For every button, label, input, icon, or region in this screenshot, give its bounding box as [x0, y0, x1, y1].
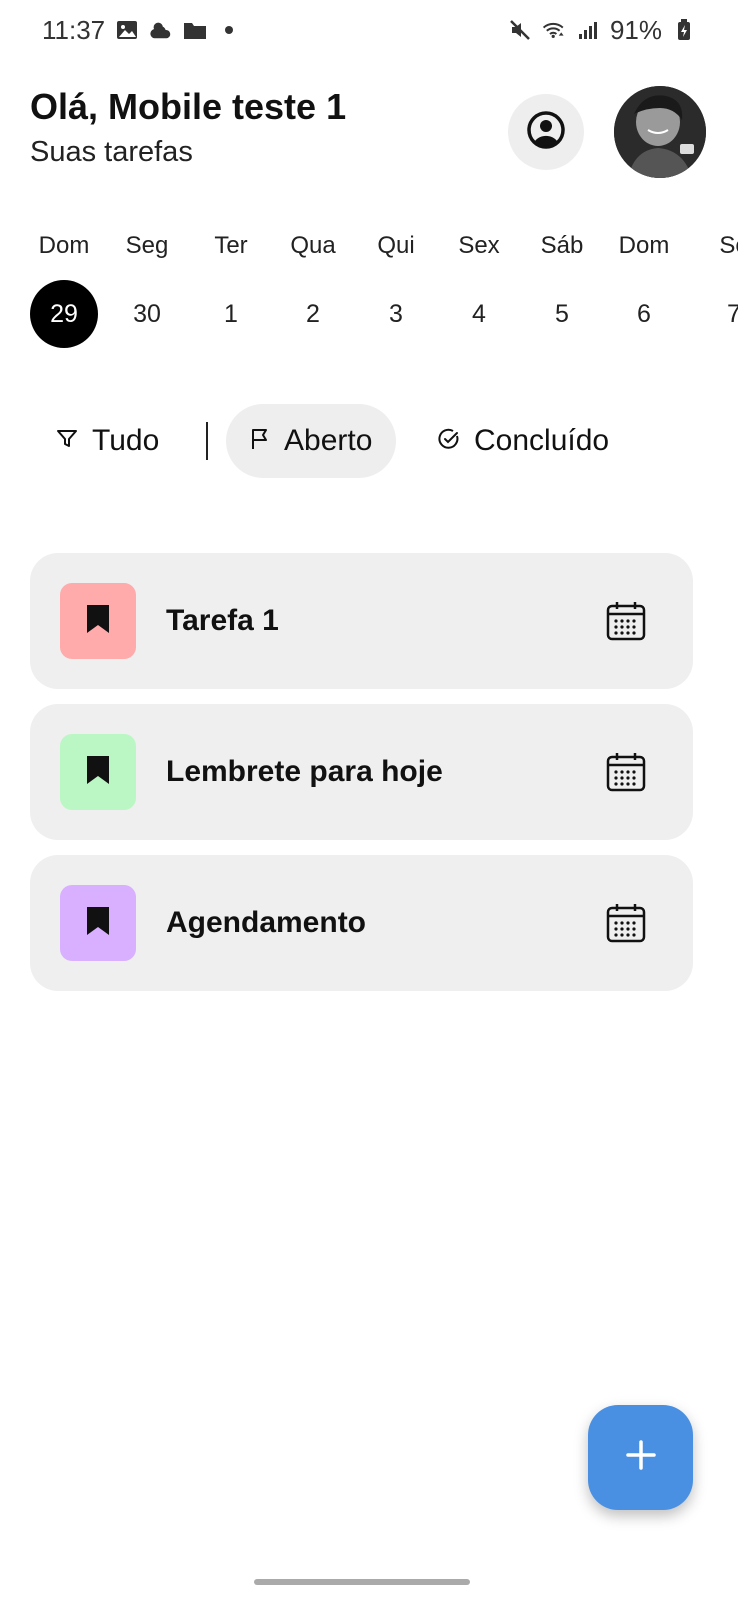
- calendar-icon[interactable]: [604, 599, 648, 643]
- task-title: Tarefa 1: [166, 604, 279, 637]
- day-column[interactable]: Se 7: [692, 228, 738, 348]
- mute-icon: [508, 18, 532, 42]
- day-name: Dom: [618, 232, 670, 259]
- week-calendar: Dom 29 Seg 30 Ter 1 Qua 2 Qui 3 Sex 4 Sá…: [0, 228, 738, 348]
- status-left: 11:37: [42, 14, 234, 46]
- filter-open-button[interactable]: Aberto: [226, 404, 397, 478]
- battery-percent: 91%: [609, 14, 662, 45]
- day-column[interactable]: Sáb 5: [520, 228, 604, 348]
- folder-icon: [183, 18, 207, 42]
- task-title: Agendamento: [166, 906, 367, 939]
- page-title: Olá, Mobile teste 1: [30, 86, 347, 127]
- header: Olá, Mobile teste 1 Suas tarefas: [30, 84, 710, 184]
- day-column[interactable]: Seg 30: [105, 228, 189, 348]
- battery-icon: [672, 18, 696, 42]
- task-tag: [60, 885, 136, 961]
- weather-icon: [149, 18, 173, 42]
- day-number[interactable]: 30: [113, 280, 181, 348]
- account-circle-icon: [526, 110, 566, 155]
- plus-icon: [625, 1439, 657, 1476]
- day-name: Seg: [125, 232, 169, 259]
- day-number-selected[interactable]: 29: [30, 280, 98, 348]
- day-number[interactable]: 2: [279, 280, 347, 348]
- signal-icon: [576, 18, 600, 42]
- task-list: Tarefa 1 Lembrete para hoje Agendamento: [30, 553, 693, 1006]
- day-column[interactable]: Sex 4: [437, 228, 521, 348]
- page-subtitle: Suas tarefas: [30, 136, 193, 168]
- bookmark-icon: [85, 603, 111, 640]
- day-name: Ter: [214, 232, 248, 259]
- filter-open-label: Aberto: [284, 424, 373, 457]
- day-column[interactable]: Qua 2: [271, 228, 355, 348]
- bookmark-icon: [85, 905, 111, 942]
- filter-done-button[interactable]: Concluído: [414, 404, 633, 478]
- calendar-icon[interactable]: [604, 750, 648, 794]
- filter-divider: [206, 422, 208, 460]
- calendar-icon[interactable]: [604, 901, 648, 945]
- day-name: Qua: [290, 232, 336, 259]
- avatar-photo: [614, 86, 706, 178]
- avatar[interactable]: [614, 86, 706, 178]
- filter-done-label: Concluído: [474, 424, 610, 457]
- status-bar: 11:37 91%: [0, 0, 738, 60]
- day-name: Sex: [458, 232, 500, 259]
- day-name: Dom: [38, 232, 90, 259]
- status-right: 91%: [508, 15, 696, 46]
- day-number[interactable]: 4: [445, 280, 513, 348]
- task-title: Lembrete para hoje: [166, 755, 443, 788]
- day-column[interactable]: Dom 6: [602, 228, 686, 348]
- profile-button[interactable]: [508, 94, 584, 170]
- status-time: 11:37: [42, 14, 106, 45]
- day-name: Sáb: [540, 232, 584, 259]
- task-card[interactable]: Tarefa 1: [30, 553, 693, 689]
- task-tag: [60, 734, 136, 810]
- filter-icon: [56, 424, 78, 458]
- day-number[interactable]: 5: [528, 280, 596, 348]
- wifi-icon: [542, 18, 566, 42]
- day-name: Qui: [377, 232, 415, 259]
- task-tag: [60, 583, 136, 659]
- check-circle-icon: [438, 424, 460, 458]
- home-indicator[interactable]: [254, 1579, 470, 1585]
- filter-all-label: Tudo: [92, 424, 160, 457]
- day-column[interactable]: Ter 1: [189, 228, 273, 348]
- day-number[interactable]: 1: [197, 280, 265, 348]
- dot-icon: [225, 26, 234, 34]
- add-task-button[interactable]: [588, 1405, 693, 1510]
- day-number[interactable]: 7: [700, 280, 738, 348]
- filter-bar: Tudo Aberto Concluído: [40, 404, 720, 478]
- task-card[interactable]: Lembrete para hoje: [30, 704, 693, 840]
- day-number[interactable]: 3: [362, 280, 430, 348]
- day-name: Se: [719, 232, 738, 259]
- filter-all-button[interactable]: Tudo: [32, 404, 183, 478]
- day-column[interactable]: Dom 29: [22, 228, 106, 348]
- flag-icon: [250, 424, 270, 458]
- day-column[interactable]: Qui 3: [354, 228, 438, 348]
- task-card[interactable]: Agendamento: [30, 855, 693, 991]
- image-icon: [115, 18, 139, 42]
- bookmark-icon: [85, 754, 111, 791]
- day-number[interactable]: 6: [610, 280, 678, 348]
